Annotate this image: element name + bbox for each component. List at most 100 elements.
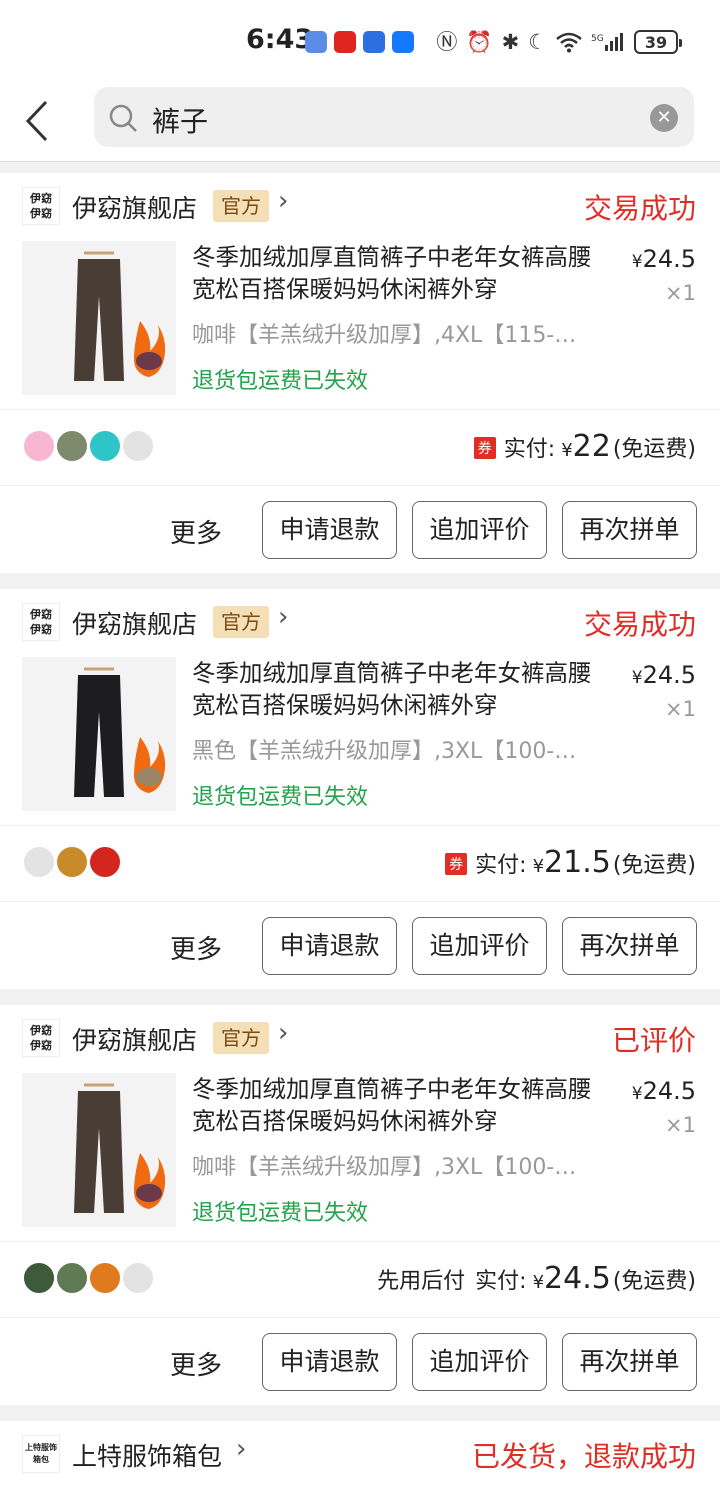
product-title[interactable]: 冬季加绒加厚直筒裤子中老年女裤高腰宽松百搭保暖妈妈休闲裤外穿 xyxy=(192,241,612,305)
order-status: 交易成功 xyxy=(583,608,696,641)
add-review-button[interactable]: 追加评价 xyxy=(412,1333,547,1391)
avatar xyxy=(55,1261,89,1295)
back-icon[interactable] xyxy=(22,96,62,146)
tmall-notification-icon xyxy=(334,31,356,53)
product-spec: 黑色【羊羔绒升级加厚】,3XL【100-… xyxy=(192,739,577,764)
currency-symbol: ¥ xyxy=(532,856,545,877)
shop-logo: 上特服饰 箱包 xyxy=(22,1435,60,1473)
product-spec: 咖啡【羊羔绒升级加厚】,4XL【115-… xyxy=(192,323,577,348)
search-header: 裤子 ✕ xyxy=(0,84,720,162)
chevron-right-icon: › xyxy=(278,186,289,216)
shop-logo: 伊窈 伊窈 xyxy=(22,603,60,641)
order-status: 已发货，退款成功 xyxy=(471,1440,696,1473)
price-value: 24.5 xyxy=(642,661,696,689)
price-value: 24.5 xyxy=(642,245,696,273)
pants-image xyxy=(74,667,166,797)
shipping-note: (免运费) xyxy=(612,437,696,462)
order-card: 伊窈 伊窈 伊窈旗舰店 官方 › 已评价 冬季加绒加厚直筒裤子中老年女裤高腰宽松… xyxy=(0,1005,720,1405)
product-image[interactable] xyxy=(22,241,176,395)
paid-amount: 22 xyxy=(572,429,611,464)
divider xyxy=(0,901,720,902)
search-icon xyxy=(109,104,137,132)
add-review-button[interactable]: 追加评价 xyxy=(412,917,547,975)
add-review-button[interactable]: 追加评价 xyxy=(412,501,547,559)
official-badge: 官方 xyxy=(213,190,269,222)
more-button[interactable]: 更多 xyxy=(170,929,222,966)
app-notification-icon xyxy=(363,31,385,53)
currency-symbol: ¥ xyxy=(532,1272,545,1293)
buyer-avatars xyxy=(22,1261,155,1295)
rebuy-button[interactable]: 再次拼单 xyxy=(562,917,697,975)
search-query: 裤子 xyxy=(152,105,209,138)
product-price: ¥24.5 xyxy=(631,245,696,273)
order-card: 伊窈 伊窈 伊窈旗舰店 官方 › 交易成功 冬季加绒加厚直筒裤子中老年女裤高腰宽… xyxy=(0,173,720,573)
do-not-disturb-icon: ☾ xyxy=(528,29,547,54)
more-button[interactable]: 更多 xyxy=(170,513,222,550)
pants-image xyxy=(74,251,166,381)
refund-shipping-tip: 退货包运费已失效 xyxy=(192,369,369,394)
product-image[interactable] xyxy=(22,1073,176,1227)
pay-later-label: 先用后付 xyxy=(377,1269,466,1294)
refund-button[interactable]: 申请退款 xyxy=(262,1333,397,1391)
search-input[interactable]: 裤子 ✕ xyxy=(94,87,694,147)
order-card: 上特服饰 箱包 上特服饰箱包 › 已发货，退款成功 xyxy=(0,1421,720,1485)
product-image[interactable] xyxy=(22,657,176,811)
avatar xyxy=(88,429,122,463)
shop-name: 伊窈旗舰店 xyxy=(72,1026,198,1055)
rebuy-button[interactable]: 再次拼单 xyxy=(562,1333,697,1391)
buyer-avatars xyxy=(22,845,122,879)
paid-info: 先用后付 实付: ¥ 24.5 (免运费) xyxy=(377,1261,696,1296)
product-price: ¥24.5 xyxy=(631,661,696,689)
divider xyxy=(0,409,720,410)
refund-button[interactable]: 申请退款 xyxy=(262,917,397,975)
shop-row[interactable]: 伊窈 伊窈 伊窈旗舰店 官方 › 已评价 xyxy=(0,1005,720,1071)
order-status: 交易成功 xyxy=(583,192,696,225)
alarm-icon: ⏰ xyxy=(466,29,493,54)
avatar xyxy=(55,429,89,463)
system-indicators: Ⓝ ⏰ ✱ ☾ 5G 39 xyxy=(436,26,682,58)
divider xyxy=(0,1241,720,1242)
divider xyxy=(0,825,720,826)
avatar xyxy=(55,845,89,879)
signal-5g-icon: 5G xyxy=(591,33,623,51)
shop-name: 伊窈旗舰店 xyxy=(72,194,198,223)
refund-button[interactable]: 申请退款 xyxy=(262,501,397,559)
bluetooth-icon: ✱ xyxy=(501,29,520,54)
rebuy-button[interactable]: 再次拼单 xyxy=(562,501,697,559)
shop-name: 伊窈旗舰店 xyxy=(72,610,198,639)
product-spec: 咖啡【羊羔绒升级加厚】,3XL【100-… xyxy=(192,1155,577,1180)
product-price: ¥24.5 xyxy=(631,1077,696,1105)
paid-amount: 24.5 xyxy=(544,1261,611,1296)
divider xyxy=(0,1317,720,1318)
order-actions: 更多 申请退款 追加评价 再次拼单 xyxy=(0,499,720,561)
order-card: 伊窈 伊窈 伊窈旗舰店 官方 › 交易成功 冬季加绒加厚直筒裤子中老年女裤高腰宽… xyxy=(0,589,720,989)
product-title[interactable]: 冬季加绒加厚直筒裤子中老年女裤高腰宽松百搭保暖妈妈休闲裤外穿 xyxy=(192,657,612,721)
avatar xyxy=(88,845,122,879)
more-button[interactable]: 更多 xyxy=(170,1345,222,1382)
clock: 6:43 xyxy=(246,24,314,55)
paid-label: 实付: xyxy=(503,437,556,462)
paid-info: 券 实付: ¥ 22 (免运费) xyxy=(473,429,696,464)
app-notification-icon xyxy=(305,31,327,53)
coupon-badge: 券 xyxy=(473,437,496,459)
shop-row[interactable]: 上特服饰 箱包 上特服饰箱包 › 已发货，退款成功 xyxy=(0,1421,720,1485)
avatar xyxy=(88,1261,122,1295)
refund-shipping-tip: 退货包运费已失效 xyxy=(192,1201,369,1226)
shipping-note: (免运费) xyxy=(612,853,696,878)
avatar xyxy=(22,429,56,463)
avatar xyxy=(22,845,56,879)
product-qty: ×1 xyxy=(665,697,696,721)
shop-row[interactable]: 伊窈 伊窈 伊窈旗舰店 官方 › 交易成功 xyxy=(0,173,720,239)
paid-amount: 21.5 xyxy=(544,845,611,880)
official-badge: 官方 xyxy=(213,1022,269,1054)
divider xyxy=(0,485,720,486)
shop-logo: 伊窈 伊窈 xyxy=(22,187,60,225)
currency-symbol: ¥ xyxy=(561,440,573,461)
product-title[interactable]: 冬季加绒加厚直筒裤子中老年女裤高腰宽松百搭保暖妈妈休闲裤外穿 xyxy=(192,1073,612,1137)
shop-row[interactable]: 伊窈 伊窈 伊窈旗舰店 官方 › 交易成功 xyxy=(0,589,720,655)
product-qty: ×1 xyxy=(665,281,696,305)
clear-search-icon[interactable]: ✕ xyxy=(650,104,678,132)
pants-image xyxy=(74,1083,166,1213)
refund-shipping-tip: 退货包运费已失效 xyxy=(192,785,369,810)
chevron-right-icon: › xyxy=(236,1434,247,1464)
